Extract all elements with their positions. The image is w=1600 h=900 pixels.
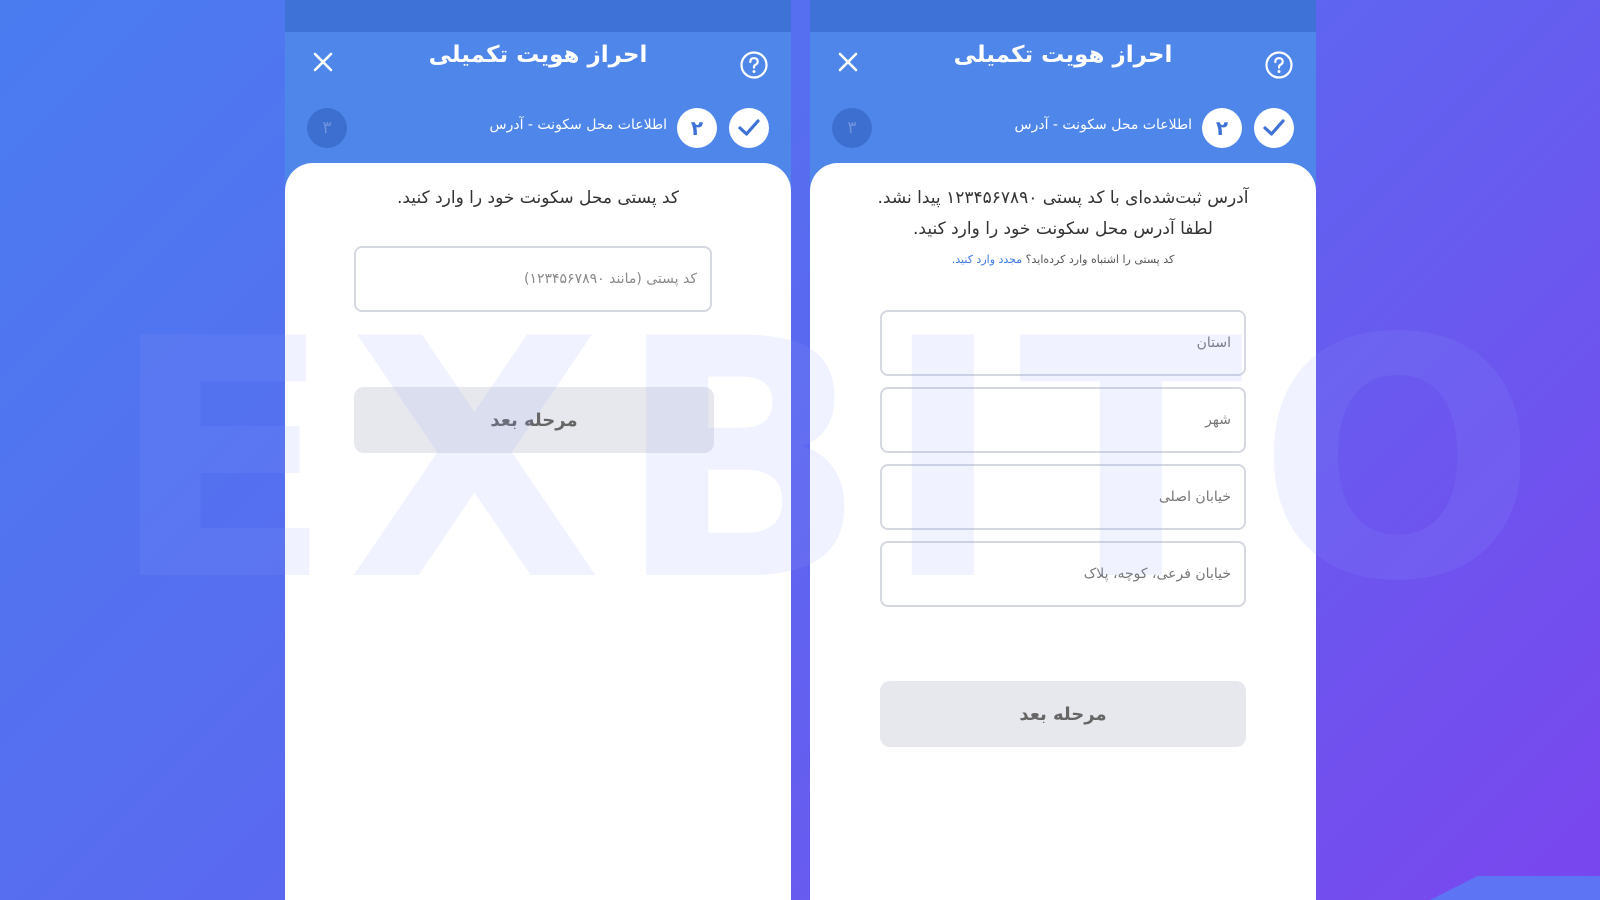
status-bar: [285, 0, 791, 32]
help-icon[interactable]: [739, 50, 769, 80]
background-corner-decoration: [1430, 876, 1600, 900]
page-title: احراز هویت تکمیلی: [953, 42, 1173, 68]
phone-screen-postal-code: احراز هویت تکمیلی ۲ اطلاعات محل سکونت - …: [285, 0, 791, 900]
step-label: اطلاعات محل سکونت - آدرس: [1014, 117, 1193, 133]
instruction-line-1: آدرس ثبت‌شده‌ای با کد پستی ۱۲۳۴۵۶۷۸۹۰ پی…: [877, 188, 1249, 208]
not-found-message: آدرس ثبت‌شده‌ای با کد پستی ۱۲۳۴۵۶۷۸۹۰ پی…: [834, 183, 1292, 245]
step-1-completed: [729, 108, 769, 148]
step-label: اطلاعات محل سکونت - آدرس: [489, 117, 668, 133]
status-bar: [810, 0, 1316, 32]
city-placeholder: شهر: [1205, 412, 1231, 428]
next-step-button[interactable]: مرحله بعد: [880, 681, 1246, 747]
page-title: احراز هویت تکمیلی: [428, 42, 648, 68]
province-placeholder: استان: [1196, 335, 1231, 351]
step-2-current: ۲: [1202, 108, 1242, 148]
hint-text: کد پستی را اشتباه وارد کرده‌اید؟: [1025, 253, 1175, 266]
main-street-input[interactable]: خیابان اصلی: [880, 464, 1246, 530]
step-3-upcoming: ۳: [832, 108, 872, 148]
step-3-upcoming: ۳: [307, 108, 347, 148]
city-input[interactable]: شهر: [880, 387, 1246, 453]
main-street-placeholder: خیابان اصلی: [1158, 489, 1231, 505]
step-1-completed: [1254, 108, 1294, 148]
side-street-input[interactable]: خیابان فرعی، کوچه، پلاک: [880, 541, 1246, 607]
form-card: کد پستی محل سکونت خود را وارد کنید. کد پ…: [285, 163, 791, 900]
step-2-current: ۲: [677, 108, 717, 148]
reenter-postal-link[interactable]: مجدد وارد کنید.: [952, 253, 1022, 266]
checkmark-icon: [1263, 119, 1285, 136]
postal-code-input[interactable]: کد پستی (مانند ۱۲۳۴۵۶۷۸۹۰): [354, 246, 712, 312]
province-input[interactable]: استان: [880, 310, 1246, 376]
form-card: آدرس ثبت‌شده‌ای با کد پستی ۱۲۳۴۵۶۷۸۹۰ پی…: [810, 163, 1316, 900]
checkmark-icon: [738, 119, 760, 136]
help-icon[interactable]: [1264, 50, 1294, 80]
hint-row: کد پستی را اشتباه وارد کرده‌اید؟ مجدد وا…: [840, 253, 1286, 266]
phone-screen-address-form: احراز هویت تکمیلی ۲ اطلاعات محل سکونت - …: [810, 0, 1316, 900]
next-step-button[interactable]: مرحله بعد: [354, 387, 714, 453]
side-street-placeholder: خیابان فرعی، کوچه، پلاک: [1083, 566, 1231, 582]
instruction-text: کد پستی محل سکونت خود را وارد کنید.: [396, 188, 680, 208]
postal-code-placeholder: کد پستی (مانند ۱۲۳۴۵۶۷۸۹۰): [523, 271, 697, 287]
instruction-line-2: لطفا آدرس محل سکونت خود را وارد کنید.: [913, 219, 1213, 239]
